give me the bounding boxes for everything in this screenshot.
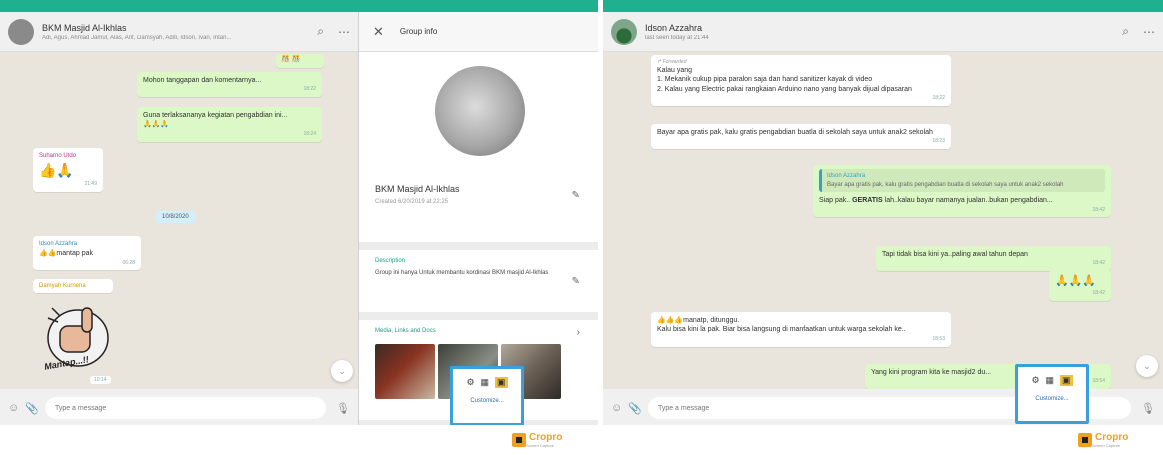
emoji-icon[interactable]: ☺ (8, 402, 19, 414)
message-time: 06:28 (122, 259, 135, 266)
group-avatar[interactable] (8, 18, 34, 45)
settings-icon[interactable]: ⚙ (1031, 375, 1039, 386)
more-icon[interactable]: ⋯ (1143, 25, 1155, 39)
group-info-panel: ✕ Group info BKM Masjid Al-Ikhlas Create… (358, 12, 598, 425)
chat-header[interactable]: BKM Masjid Al-Ikhlas Adi, Agus, Ahmad Ja… (0, 12, 358, 52)
microphone-icon[interactable]: 🎙 (1141, 402, 1155, 415)
popup-icons: ⚙ ▦ ▣ (453, 369, 521, 388)
film-icon[interactable]: ▦ (1046, 375, 1055, 386)
group-photo[interactable] (435, 66, 525, 156)
group-info-header: ✕ Group info (359, 12, 598, 52)
settings-icon[interactable]: ⚙ (466, 377, 474, 388)
crop-icon[interactable]: ▣ (495, 377, 508, 388)
message-time: 10:14 (90, 376, 111, 384)
message-input[interactable] (44, 397, 327, 419)
description-label: Description (375, 258, 406, 264)
chat-header[interactable]: Idson Azzahra last seen today at 21:44 ⌕… (603, 12, 1163, 52)
customize-link[interactable]: Customize... (453, 398, 521, 404)
group-profile-section: BKM Masjid Al-Ikhlas Created 6/20/2019 a… (359, 52, 598, 242)
created-date: Created 6/20/2019 at 22:25 (375, 199, 449, 205)
chat-title: BKM Masjid Al-Ikhlas (42, 22, 127, 33)
message-bubble[interactable]: 👍👍👍manatp, ditunggu. Kalu bisa kini la p… (651, 312, 951, 347)
cropro-logo: Cropro Screen Capture (1078, 432, 1128, 448)
last-seen: last seen today at 21:44 (645, 34, 709, 41)
microphone-icon[interactable]: 🎙 (336, 402, 350, 415)
right-window: Idson Azzahra last seen today at 21:44 ⌕… (603, 0, 1163, 425)
message-bubble[interactable]: Suharno Utdo 👍🙏 21:49 (33, 148, 103, 192)
attach-icon[interactable]: 📎 (25, 402, 39, 415)
message-bubble[interactable]: Tapi tidak bisa kini ya..paling awal tah… (876, 246, 1111, 272)
forwarded-label: ↱ Forwarded (657, 59, 687, 65)
media-label: Media, Links and Docs (375, 328, 436, 334)
message-time: 18:24 (303, 130, 316, 137)
search-icon[interactable]: ⌕ (317, 24, 324, 39)
message-bubble[interactable]: 🎊 🎊 (276, 54, 324, 68)
chevron-down-icon: ⌄ (1143, 361, 1151, 371)
description-text: Group ini hanya Untuk membantu kordinasi… (375, 270, 549, 276)
more-icon[interactable]: ⋯ (338, 25, 350, 39)
message-time: 21:49 (84, 180, 97, 187)
description-section: Description Group ini hanya Untuk memban… (359, 250, 598, 312)
message-time: 18:42 (1092, 260, 1105, 267)
panel-title: Group info (399, 27, 438, 36)
emoji-icon[interactable]: ☺ (611, 402, 622, 414)
chat-members: Adi, Agus, Ahmad Jamul, Alas, Arif, Dams… (42, 34, 232, 41)
contact-avatar[interactable] (611, 18, 637, 45)
message-bubble[interactable]: Idson Azzahra Bayar apa gratis pak, kalu… (813, 165, 1111, 218)
message-bubble[interactable]: Bayar apa gratis pak, kalu gratis pengab… (651, 124, 951, 150)
sender-name: Damyah Kurnena (39, 283, 86, 289)
left-window: BKM Masjid Al-Ikhlas Adi, Agus, Ahmad Ja… (0, 0, 598, 425)
quoted-message[interactable]: Idson Azzahra Bayar apa gratis pak, kalu… (819, 169, 1105, 193)
chevron-right-icon[interactable]: › (577, 327, 580, 338)
attach-icon[interactable]: 📎 (628, 402, 642, 415)
scroll-down-button[interactable]: ⌄ (1136, 355, 1158, 377)
message-time: 18:23 (932, 138, 945, 145)
message-time: 18:22 (303, 86, 316, 93)
message-time: 18:42 (1092, 206, 1105, 213)
sender-name: Idson Azzahra (39, 241, 78, 247)
search-icon[interactable]: ⌕ (1122, 24, 1129, 39)
message-time: 18:22 (932, 95, 945, 102)
message-bubble[interactable]: 🙏🙏🙏 18:42 (1049, 270, 1111, 301)
message-bubble[interactable]: Mohon tanggapan dan komentarnya... 18:22 (137, 72, 322, 98)
message-bubble[interactable]: ↱ Forwarded Kalau yang 1. Mekanik cukup … (651, 55, 951, 106)
crop-icon[interactable]: ▣ (1060, 375, 1073, 386)
message-bubble[interactable]: Guna terlaksananya kegiatan pengabdian i… (137, 107, 322, 142)
sticker-image[interactable]: Mantap...!! (38, 298, 118, 378)
popup-icons: ⚙ ▦ ▣ (1018, 367, 1086, 386)
customize-link[interactable]: Customize... (1018, 396, 1086, 402)
message-time: 18:53 (932, 335, 945, 342)
emoji: 🎊 🎊 (281, 56, 301, 63)
message-time: 18:42 (1092, 289, 1105, 296)
chat-title: Idson Azzahra (645, 22, 703, 33)
cropro-logo: Cropro Screen Capture (512, 432, 562, 448)
message-input-bar: ☺ 📎 🎙 (0, 389, 358, 425)
message-bubble[interactable]: Damyah Kurnena (33, 279, 113, 294)
chevron-down-icon: ⌄ (338, 366, 346, 376)
media-thumbnail[interactable] (375, 344, 435, 399)
emoji: 👍🙏 (39, 162, 74, 179)
close-icon[interactable]: ✕ (373, 24, 384, 40)
date-separator: 10/8/2020 (155, 211, 196, 223)
customize-popup[interactable]: ⚙ ▦ ▣ Customize... (450, 366, 524, 425)
scroll-down-button[interactable]: ⌄ (331, 360, 353, 382)
title-bar (0, 0, 598, 12)
customize-popup[interactable]: ⚙ ▦ ▣ Customize... (1015, 364, 1089, 424)
edit-description-icon[interactable]: ✎ (572, 276, 580, 287)
film-icon[interactable]: ▦ (481, 377, 490, 388)
emoji: 🙏🙏🙏 (143, 121, 170, 129)
cropro-logo-icon (1078, 433, 1092, 447)
emoji: 🙏🙏🙏 (1055, 275, 1097, 287)
sender-name: Suharno Utdo (39, 153, 77, 159)
title-bar (603, 0, 1163, 12)
message-bubble[interactable]: Idson Azzahra 👍👍mantap pak 06:28 (33, 236, 141, 271)
group-name: BKM Masjid Al-Ikhlas (375, 184, 460, 194)
cropro-logo-icon (512, 433, 526, 447)
edit-name-icon[interactable]: ✎ (572, 190, 580, 201)
